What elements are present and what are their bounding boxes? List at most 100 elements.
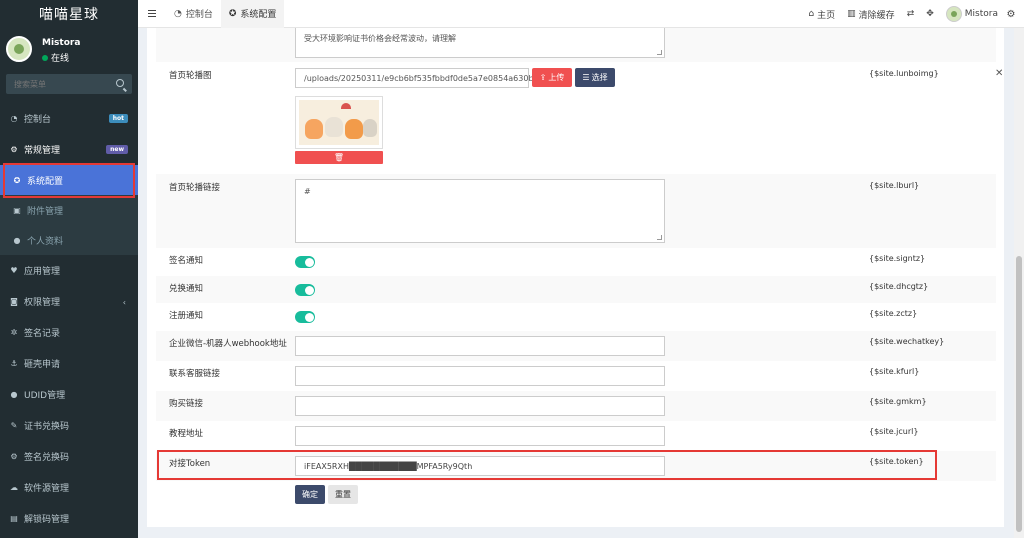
navbar-avatar [945,6,962,22]
sidebar-item-label: 附件管理 [27,206,64,217]
resize-grip-icon[interactable] [657,50,662,55]
sidebar-item-apps[interactable]: ♥ 应用管理 [0,255,138,286]
redeem-notice-var: {$site.dhcgtz} [869,282,929,291]
fullscreen-button[interactable]: ✥ [926,9,934,19]
main-content: 受大环境影响证书价格会经常波动，请理解 首页轮播图 /uploads/20250… [138,28,1014,538]
page-scrollbar[interactable] [1014,28,1024,538]
translate-button[interactable]: ⇄ [907,9,915,19]
gear-icon: ✪ [228,8,237,19]
carousel-link-textarea[interactable]: # [295,179,665,243]
sidebar-item-sign-records[interactable]: ✲ 签名记录 [0,317,138,348]
highlight-box-token [157,450,937,480]
reset-label: 重置 [335,490,351,499]
sidebar-item-label: 常规管理 [24,146,61,156]
upload-button[interactable]: ⇪ 上传 [532,68,572,87]
redeem-notice-toggle[interactable] [295,284,315,296]
select-button[interactable]: ☰ 选择 [575,68,615,87]
online-dot-icon [42,54,48,61]
banner-hat [341,103,351,109]
buy-link-input[interactable] [295,396,665,416]
hot-badge: hot [108,114,128,123]
sidebar-item-profile[interactable]: ● 个人资料 [0,225,138,255]
sidebar-item-dashboard[interactable]: ◔ 控制台 hot [0,103,138,134]
app-logo[interactable]: 喵喵星球 [0,0,138,28]
carousel-image-value: /uploads/20250311/e9cb6bf535fbbdf0de5a7e… [304,73,557,83]
confirm-button[interactable]: 确定 [295,485,325,504]
trash-icon: 🗑 [333,153,345,162]
sidebar-item-unlock-code[interactable]: ▤ 解锁码管理 [0,503,138,534]
buy-link-label: 购买链接 [169,399,204,409]
carousel-image-input[interactable]: /uploads/20250311/e9cb6bf535fbbdf0de5a7e… [295,68,556,88]
user-name: Mistora [42,38,81,48]
tab-label: 控制台 [185,10,213,20]
apple-icon: ● [10,390,18,399]
form-row-notice: 受大环境影响证书价格会经常波动，请理解 [156,28,996,62]
sidebar-item-software-source[interactable]: ☁ 软件源管理 [0,472,138,503]
form-row-buy-link: 购买链接 {$site.gmkm} [156,391,996,421]
support-link-label: 联系客服链接 [169,369,221,379]
sidebar-item-permissions[interactable]: ◙ 权限管理 ‹ [0,286,138,317]
menu-search-input[interactable] [6,74,116,94]
tutorial-input[interactable] [295,426,665,446]
sign-notice-toggle[interactable] [295,256,315,268]
sidebar-item-label: 个人资料 [27,236,64,247]
scrollbar-thumb[interactable] [1016,256,1022,532]
wechat-webhook-label: 企业微信-机器人webhook地址 [169,339,287,349]
menu-search[interactable] [6,74,132,94]
close-icon[interactable]: ✕ [995,68,1003,79]
sidebar-item-shell-apply[interactable]: ⚓ 砸壳申请 [0,348,138,379]
anchor-icon: ⚓ [10,359,18,368]
trash-icon: ▥ [847,9,856,19]
cloud-icon: ☁ [10,483,18,492]
upload-label: 上传 [548,73,565,82]
file-image-icon: ▣ [13,205,21,215]
register-notice-toggle[interactable] [295,311,315,323]
tab-dashboard[interactable]: ◔ 控制台 [166,0,221,28]
user-menu[interactable]: Mistora [945,6,998,22]
sidebar-item-udid[interactable]: ● UDID管理 [0,379,138,410]
support-link-input[interactable] [295,366,665,386]
banner-cat-1 [305,119,323,139]
support-link-var: {$site.kfurl} [869,367,920,376]
user-avatar [6,36,32,62]
dashboard-icon: ◔ [10,114,18,123]
list-icon: ☰ [582,73,590,82]
wechat-webhook-var: {$site.wechatkey} [869,337,945,346]
delete-image-button[interactable]: 🗑 [295,151,383,164]
top-navbar: ◔ 控制台 ✪ 系统配置 ⌂ 主页 ▥ 清除缓存 ⇄ ✥ Mistora ⚙ [138,0,1024,28]
upload-icon: ⇪ [539,73,547,82]
keyboard-icon: ▤ [10,514,18,523]
tab-system-config[interactable]: ✪ 系统配置 [220,0,285,28]
tab-label: 系统配置 [240,10,277,20]
sidebar-item-cert-redeem[interactable]: ✎ 证书兑换码 [0,410,138,441]
resize-grip-icon[interactable] [657,235,662,240]
user-icon: ● [13,235,21,245]
sidebar-item-label: 签名兑换码 [24,453,70,463]
sidebar-item-label: 权限管理 [24,298,61,308]
settings-icon: ✲ [10,328,18,337]
reset-button[interactable]: 重置 [328,485,358,504]
sidebar-item-label: 应用管理 [24,267,61,277]
carousel-image-label: 首页轮播图 [169,71,212,81]
sidebar-item-general[interactable]: ⚙ 常规管理 new [0,134,138,165]
fullscreen-icon: ✥ [926,9,934,19]
search-icon[interactable] [116,79,124,87]
carousel-link-var: {$site.lburl} [869,181,920,190]
group-icon: ◙ [10,297,18,306]
form-row-redeem-notice: 兑换通知 {$site.dhcgtz} [156,276,996,303]
sidebar-item-attachments[interactable]: ▣ 附件管理 [0,195,138,225]
chevron-left-icon: ‹ [122,298,126,307]
sidebar-item-label: 签名记录 [24,329,61,339]
notice-textarea[interactable]: 受大环境影响证书价格会经常波动，请理解 [295,28,665,58]
wechat-webhook-input[interactable] [295,336,665,356]
form-row-register-notice: 注册通知 {$site.zctz} [156,303,996,331]
home-link[interactable]: ⌂ 主页 [808,8,835,21]
carousel-link-label: 首页轮播链接 [169,183,221,193]
banner-cat-4 [363,119,377,137]
app-root: 喵喵星球 Mistora 在线 ◔ 控制台 hot ⚙ 常规管理 new [0,0,1024,538]
control-sidebar-button[interactable]: ⚙ [1004,7,1018,21]
form-row-support-link: 联系客服链接 {$site.kfurl} [156,361,996,391]
clear-cache-button[interactable]: ▥ 清除缓存 [847,8,895,21]
sidebar-item-sign-redeem[interactable]: ⚙ 签名兑换码 [0,441,138,472]
sidebar-toggle-button[interactable] [138,0,166,28]
